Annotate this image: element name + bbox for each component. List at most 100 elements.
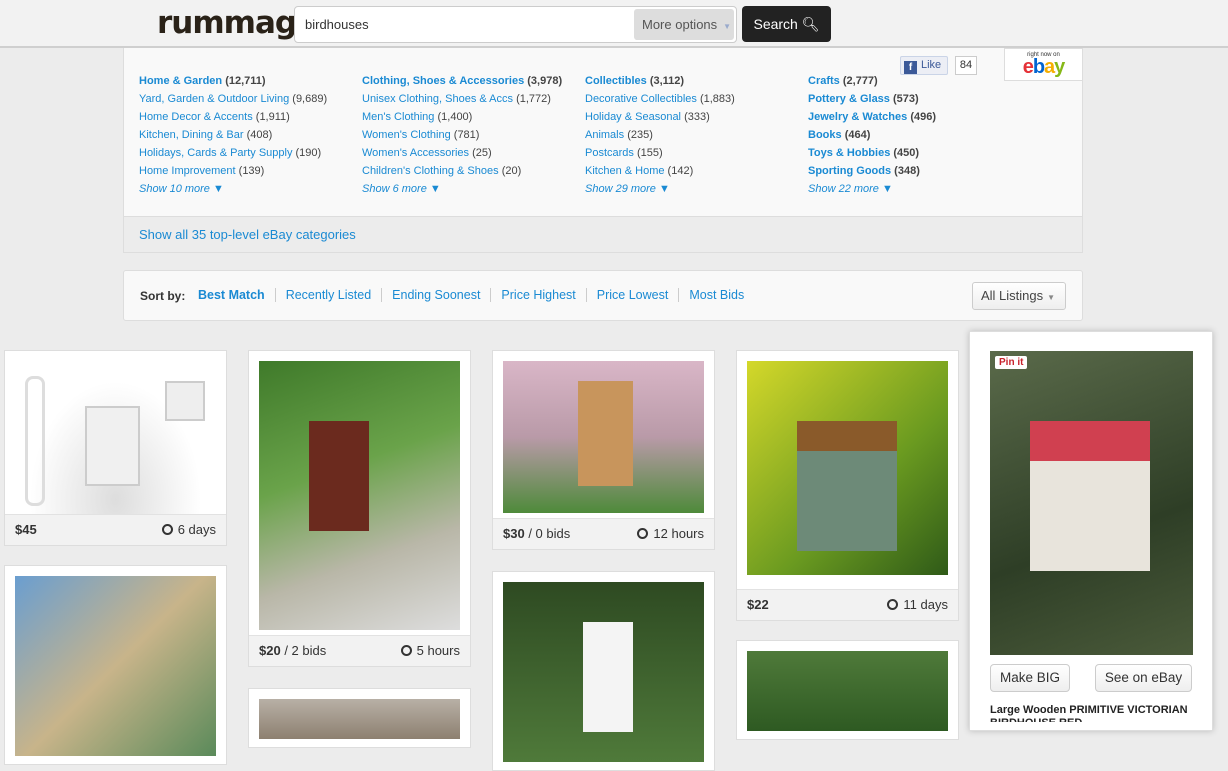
subcategory-link[interactable]: Holidays, Cards & Party Supply <box>139 147 292 159</box>
show-all-categories-link[interactable]: Show all 35 top-level eBay categories <box>124 216 1082 252</box>
show-more-link[interactable]: Show 29 more ▼ <box>585 180 735 198</box>
listing-image[interactable] <box>259 699 460 739</box>
subcategory-link[interactable]: Home Decor & Accents <box>139 111 253 123</box>
subcategory[interactable]: Yard, Garden & Outdoor Living (9,689) <box>139 90 327 108</box>
listing-image[interactable] <box>15 361 216 515</box>
subcategory[interactable]: Animals (235) <box>585 126 735 144</box>
subcategory-link[interactable]: Jewelry & Watches <box>808 111 907 123</box>
category-top[interactable]: Home & Garden (12,711) <box>139 72 327 90</box>
listing-card[interactable] <box>4 565 227 765</box>
subcategory-link[interactable]: Women's Clothing <box>362 129 451 141</box>
subcategory-link[interactable]: Kitchen, Dining & Bar <box>139 129 244 141</box>
subcategory[interactable]: Home Improvement (139) <box>139 162 327 180</box>
listing-image[interactable] <box>503 361 704 513</box>
featured-title[interactable]: Large Wooden PRIMITIVE VICTORIAN BIRDHOU… <box>990 704 1200 722</box>
subcategory[interactable]: Holiday & Seasonal (333) <box>585 108 735 126</box>
listing-image[interactable] <box>259 361 460 630</box>
sort-option[interactable]: Price Lowest <box>587 288 680 302</box>
subcategory-link[interactable]: Pottery & Glass <box>808 93 890 105</box>
listing-image[interactable] <box>747 651 948 731</box>
search-button-label: Search <box>753 16 798 32</box>
subcategory-count: (155) <box>636 147 663 159</box>
listing-card[interactable]: $45 6 days <box>4 350 227 546</box>
subcategory-count: (1,772) <box>516 93 551 105</box>
sort-option[interactable]: Recently Listed <box>276 288 383 302</box>
subcategory[interactable]: Unisex Clothing, Shoes & Accs (1,772) <box>362 90 562 108</box>
listing-card[interactable] <box>736 640 959 740</box>
subcategory[interactable]: Home Decor & Accents (1,911) <box>139 108 327 126</box>
subcategory[interactable]: Kitchen, Dining & Bar (408) <box>139 126 327 144</box>
ebay-badge[interactable]: right now on ebay <box>1004 48 1083 81</box>
listing-card[interactable]: $20 / 2 bids 5 hours <box>248 350 471 667</box>
subcategory[interactable]: Postcards (155) <box>585 144 735 162</box>
subcategory-count: (450) <box>893 147 920 159</box>
subcategory-link[interactable]: Decorative Collectibles <box>585 93 697 105</box>
category-count: (2,777) <box>842 75 878 87</box>
category-top[interactable]: Collectibles (3,112) <box>585 72 735 90</box>
subcategory-link[interactable]: Men's Clothing <box>362 111 434 123</box>
category-top[interactable]: Crafts (2,777) <box>808 72 936 90</box>
category-link[interactable]: Collectibles <box>585 75 647 87</box>
pin-it-button[interactable]: Pin it <box>995 356 1028 369</box>
category-column: Crafts (2,777) Pottery & Glass (573) Jewel… <box>808 72 936 198</box>
subcategory[interactable]: Men's Clothing (1,400) <box>362 108 562 126</box>
subcategory-link[interactable]: Yard, Garden & Outdoor Living <box>139 93 289 105</box>
make-big-button[interactable]: Make BIG <box>990 664 1070 692</box>
time-left: 12 hours <box>653 526 704 541</box>
search-button[interactable]: Search 🔍︎ <box>742 6 831 42</box>
listing-card[interactable] <box>492 571 715 771</box>
subcategory[interactable]: Sporting Goods (348) <box>808 162 936 180</box>
sort-option[interactable]: Most Bids <box>679 288 754 302</box>
category-link[interactable]: Clothing, Shoes & Accessories <box>362 75 524 87</box>
rummage-logo[interactable]: rummage <box>157 5 317 41</box>
subcategory-link[interactable]: Women's Accessories <box>362 147 469 159</box>
subcategory-link[interactable]: Children's Clothing & Shoes <box>362 165 499 177</box>
listing-card[interactable] <box>248 688 471 748</box>
see-on-ebay-button[interactable]: See on eBay <box>1095 664 1192 692</box>
more-options-dropdown[interactable]: More options ▼ <box>634 9 734 40</box>
listing-footer: $20 / 2 bids 5 hours <box>249 635 470 666</box>
category-link[interactable]: Crafts <box>808 75 840 87</box>
listing-image[interactable] <box>503 582 704 762</box>
search-icon: 🔍︎ <box>801 16 820 32</box>
listing-image[interactable] <box>15 576 216 756</box>
subcategory[interactable]: Children's Clothing & Shoes (20) <box>362 162 562 180</box>
subcategory-link[interactable]: Unisex Clothing, Shoes & Accs <box>362 93 513 105</box>
subcategory[interactable]: Women's Accessories (25) <box>362 144 562 162</box>
search-input[interactable] <box>305 17 625 32</box>
sort-label: Sort by: <box>140 289 186 303</box>
subcategory[interactable]: Toys & Hobbies (450) <box>808 144 936 162</box>
subcategory-link[interactable]: Holiday & Seasonal <box>585 111 681 123</box>
subcategory-count: (139) <box>238 165 265 177</box>
listing-card[interactable]: $22 11 days <box>736 350 959 621</box>
subcategory[interactable]: Kitchen & Home (142) <box>585 162 735 180</box>
category-link[interactable]: Home & Garden <box>139 75 222 87</box>
subcategory[interactable]: Pottery & Glass (573) <box>808 90 936 108</box>
subcategory-count: (190) <box>295 147 322 159</box>
subcategory-link[interactable]: Books <box>808 129 842 141</box>
time-left: 6 days <box>177 522 216 537</box>
sort-option[interactable]: Ending Soonest <box>382 288 492 302</box>
subcategory[interactable]: Decorative Collectibles (1,883) <box>585 90 735 108</box>
subcategory-link[interactable]: Kitchen & Home <box>585 165 664 177</box>
subcategory-link[interactable]: Postcards <box>585 147 634 159</box>
sort-option[interactable]: Price Highest <box>491 288 587 302</box>
listing-image[interactable] <box>747 361 948 575</box>
subcategory[interactable]: Women's Clothing (781) <box>362 126 562 144</box>
subcategory-link[interactable]: Toys & Hobbies <box>808 147 890 159</box>
show-more-link[interactable]: Show 22 more ▼ <box>808 180 936 198</box>
category-top[interactable]: Clothing, Shoes & Accessories (3,978) <box>362 72 562 90</box>
subcategory[interactable]: Jewelry & Watches (496) <box>808 108 936 126</box>
show-more-link[interactable]: Show 10 more ▼ <box>139 180 327 198</box>
subcategory-link[interactable]: Sporting Goods <box>808 165 891 177</box>
listing-card[interactable]: $30 / 0 bids 12 hours <box>492 350 715 550</box>
subcategory[interactable]: Books (464) <box>808 126 936 144</box>
featured-listing[interactable]: Pin it Make BIG See on eBay Large Wooden… <box>969 331 1213 731</box>
featured-image[interactable]: Pin it <box>990 351 1193 655</box>
sort-option[interactable]: Best Match <box>188 288 276 302</box>
subcategory-link[interactable]: Animals <box>585 129 624 141</box>
show-more-link[interactable]: Show 6 more ▼ <box>362 180 562 198</box>
subcategory[interactable]: Holidays, Cards & Party Supply (190) <box>139 144 327 162</box>
listing-filter-dropdown[interactable]: All Listings ▼ <box>972 282 1066 310</box>
subcategory-link[interactable]: Home Improvement <box>139 165 236 177</box>
